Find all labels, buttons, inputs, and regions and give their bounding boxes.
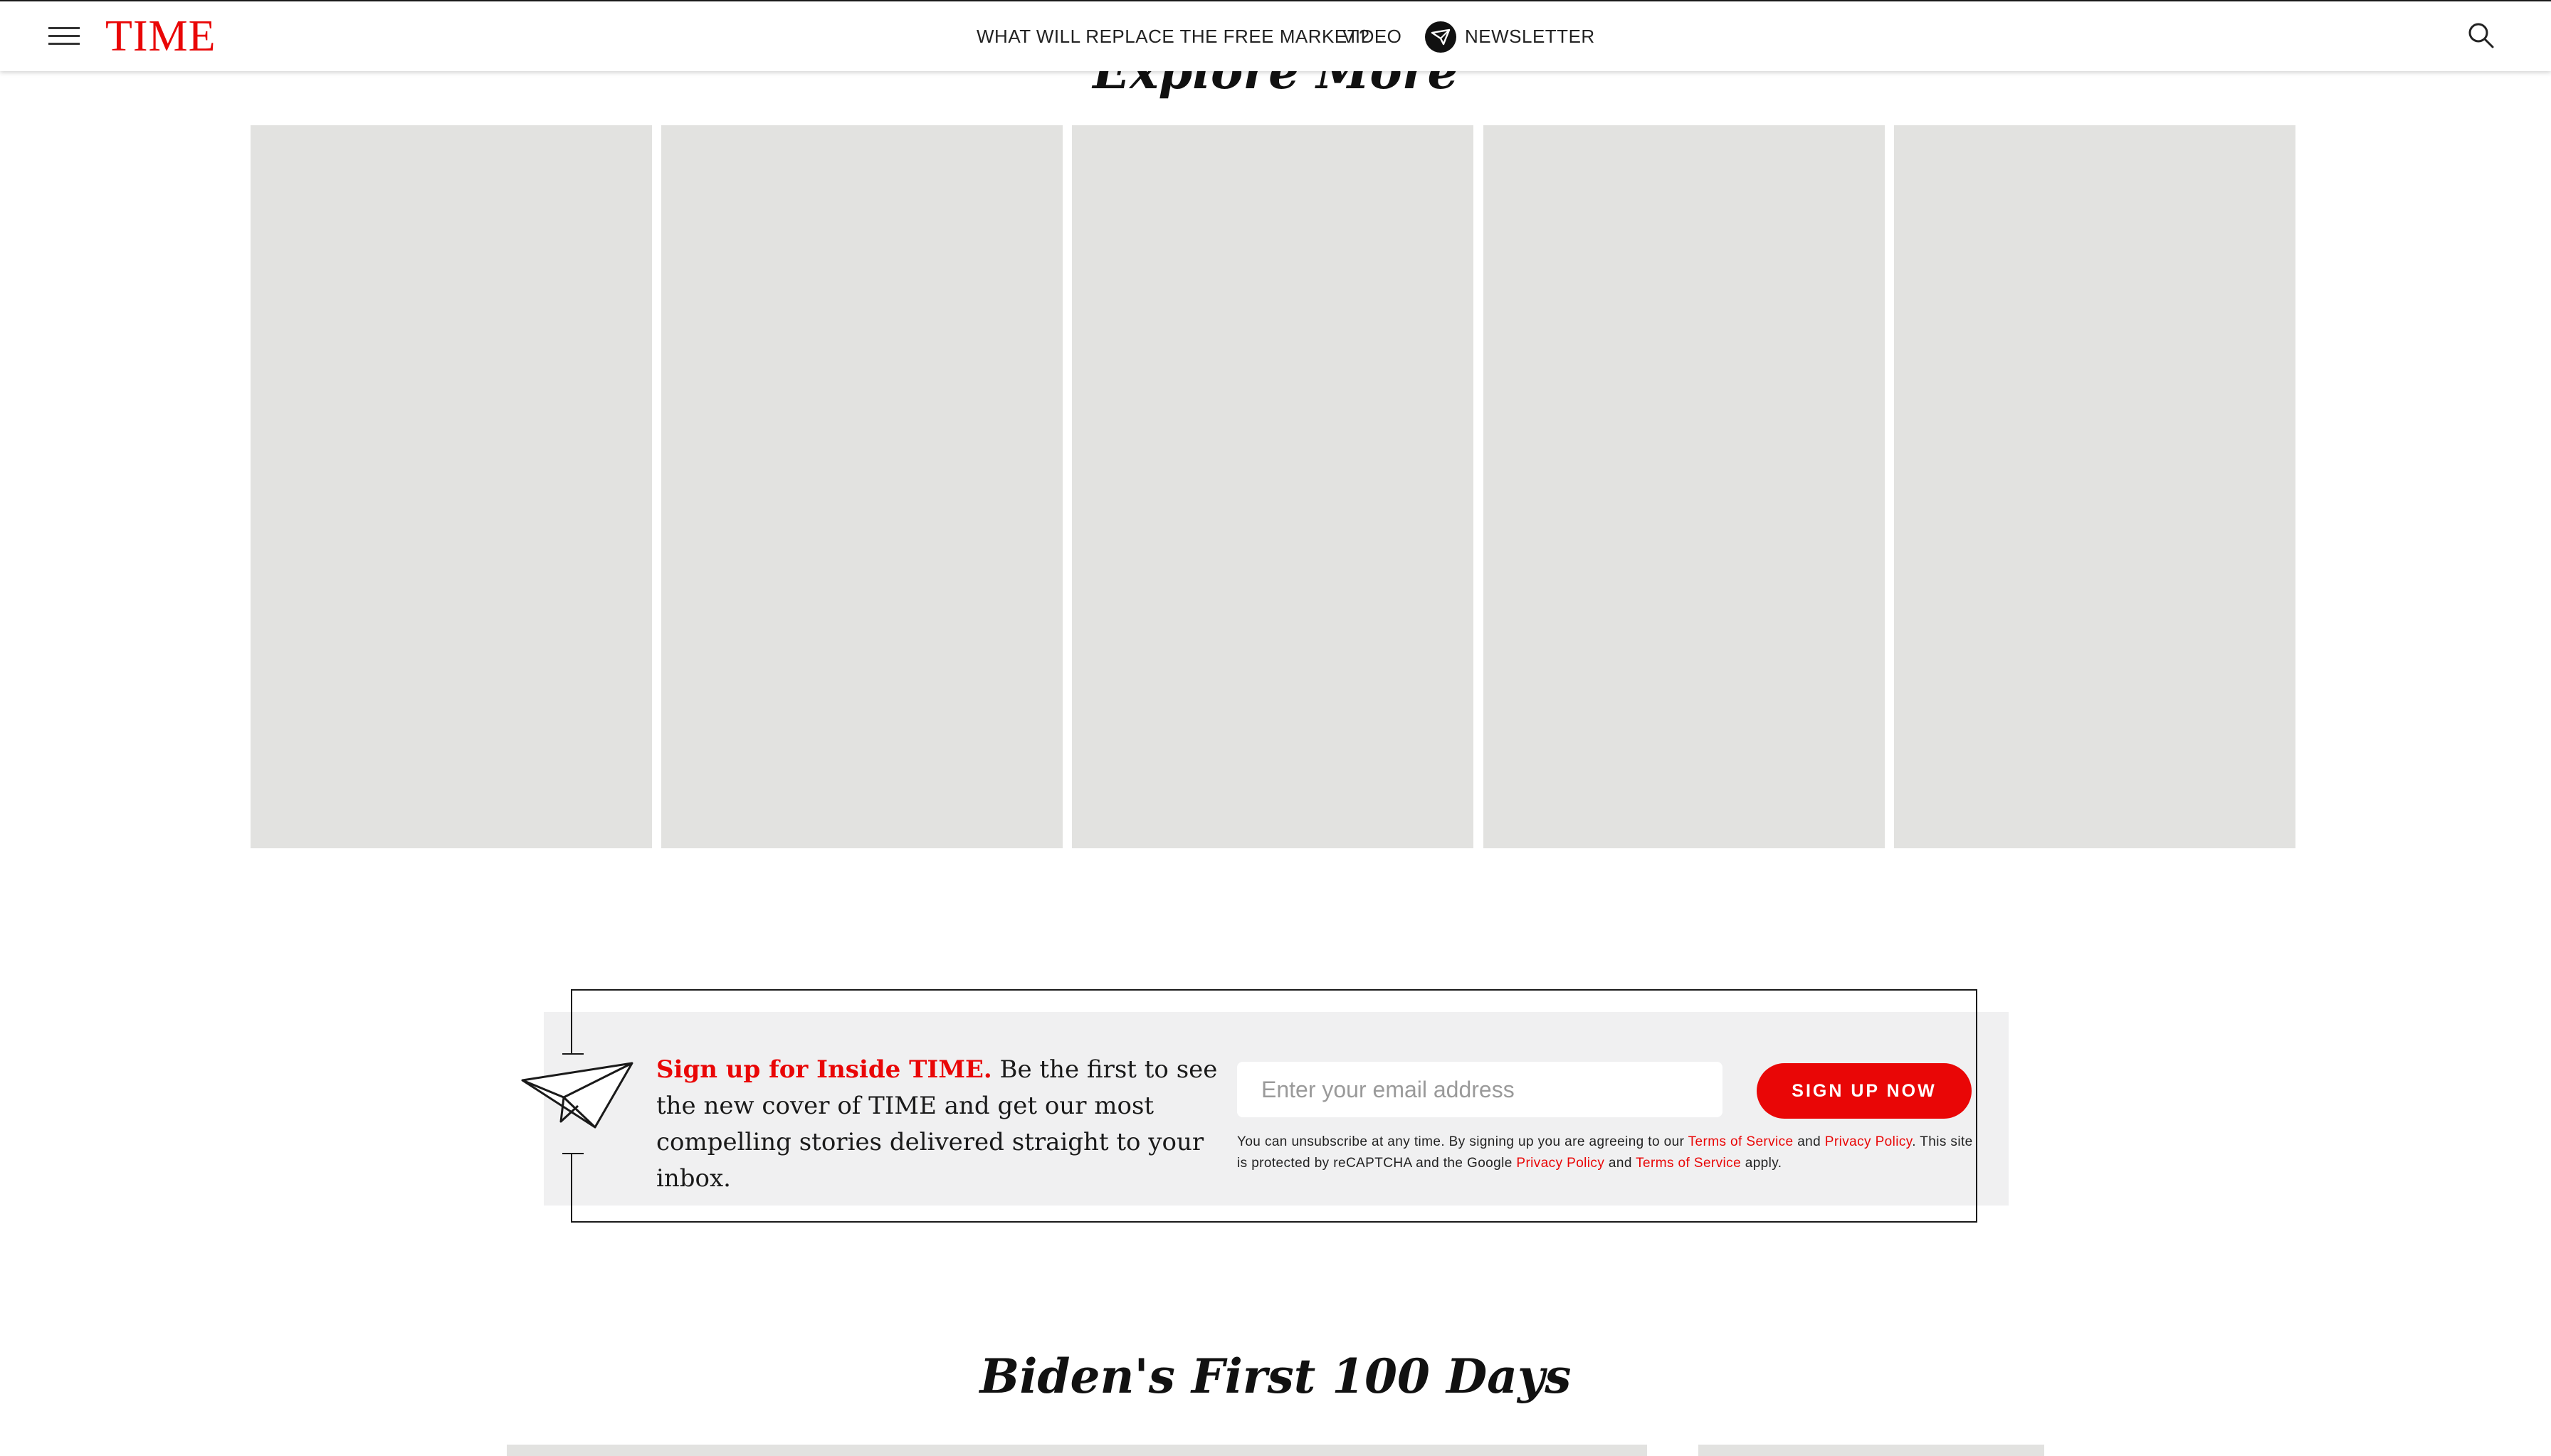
explore-card-placeholder[interactable]	[251, 125, 652, 848]
nav-link-free-market[interactable]: WHAT WILL REPLACE THE FREE MARKET?	[977, 26, 1369, 48]
article-card-placeholder[interactable]	[1698, 1445, 2044, 1456]
search-icon[interactable]	[2466, 20, 2497, 51]
biden-100-days-heading: Biden's First 100 Days	[979, 1349, 1572, 1404]
explore-card-placeholder[interactable]	[1894, 125, 2295, 848]
paper-plane-icon	[521, 1060, 635, 1131]
signup-lead: Sign up for Inside TIME.	[656, 1055, 992, 1084]
explore-card-placeholder[interactable]	[1072, 125, 1473, 848]
terms-of-service-link[interactable]: Terms of Service	[1688, 1134, 1794, 1149]
signup-description: Sign up for Inside TIME. Be the first to…	[656, 1052, 1219, 1197]
explore-card-placeholder[interactable]	[661, 125, 1063, 848]
sign-up-now-button[interactable]: SIGN UP NOW	[1757, 1063, 1972, 1119]
google-terms-of-service-link[interactable]: Terms of Service	[1636, 1156, 1741, 1171]
google-privacy-policy-link[interactable]: Privacy Policy	[1516, 1156, 1604, 1171]
privacy-policy-link[interactable]: Privacy Policy	[1825, 1134, 1912, 1149]
legal-text: and	[1604, 1156, 1636, 1171]
email-input[interactable]	[1237, 1062, 1722, 1117]
article-card-placeholder[interactable]	[507, 1445, 1647, 1456]
site-header: TIME WHAT WILL REPLACE THE FREE MARKET? …	[0, 0, 2551, 71]
newsletter-icon[interactable]	[1425, 21, 1456, 53]
legal-text: apply.	[1741, 1156, 1782, 1171]
hamburger-menu-icon[interactable]	[48, 27, 80, 46]
nav-link-video[interactable]: VIDEO	[1342, 26, 1401, 48]
legal-text: and	[1793, 1134, 1825, 1149]
frame-tick	[562, 1153, 584, 1154]
signup-legal-text: You can unsubscribe at any time. By sign…	[1237, 1131, 1977, 1174]
frame-tick	[562, 1053, 584, 1055]
nav-link-newsletter[interactable]: NEWSLETTER	[1465, 26, 1595, 48]
time-logo[interactable]: TIME	[105, 9, 216, 64]
legal-text: You can unsubscribe at any time. By sign…	[1237, 1134, 1688, 1149]
explore-card-placeholder[interactable]	[1483, 125, 1885, 848]
